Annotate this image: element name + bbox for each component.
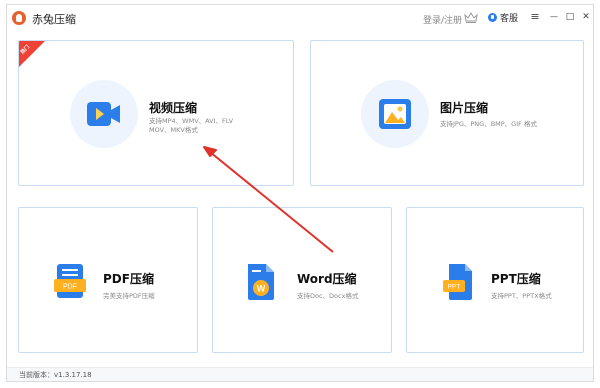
- annotation-arrow: [203, 146, 334, 253]
- app-window: 赤兔压缩 登录/注册 客服 ≡ — □ ✕ 热门 视频压缩 支持MP4、WMV、…: [6, 4, 594, 382]
